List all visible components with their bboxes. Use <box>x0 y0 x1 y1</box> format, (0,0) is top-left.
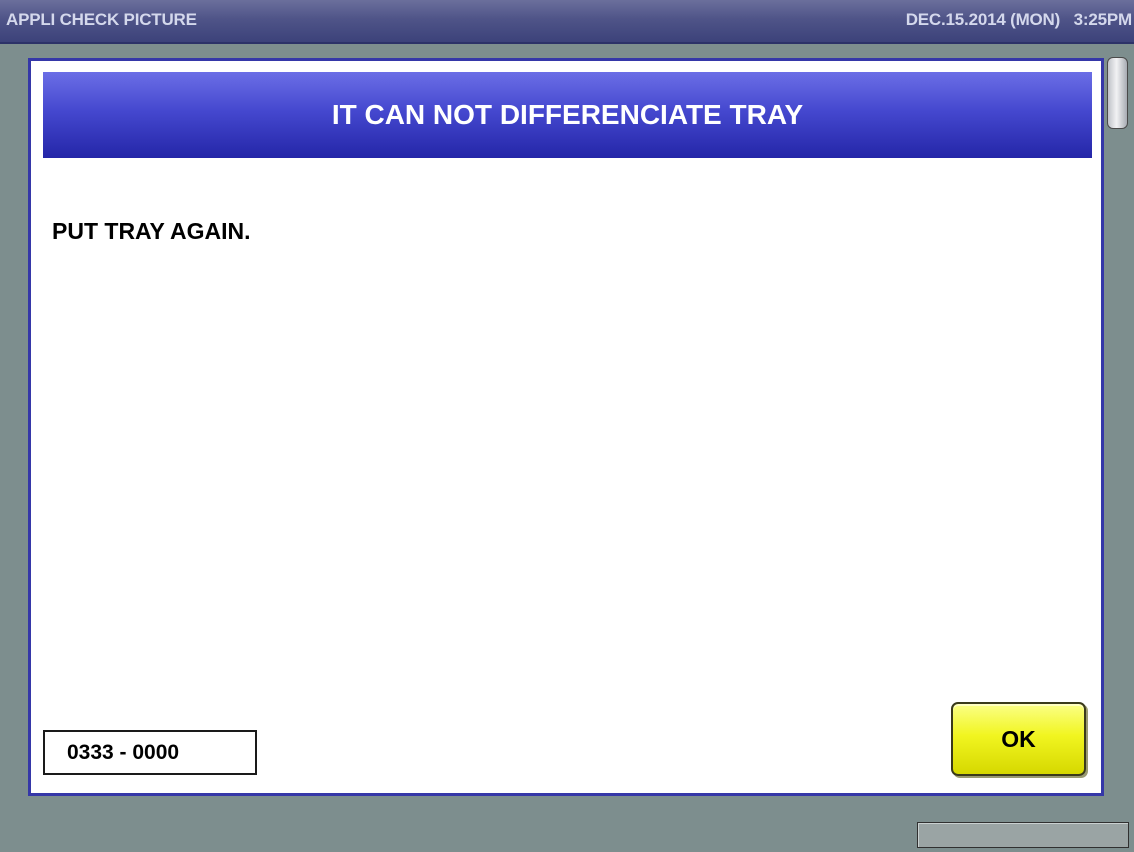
bottom-status-indicator <box>917 822 1129 848</box>
app-title: APPLI CHECK PICTURE <box>6 10 197 29</box>
dialog-title: IT CAN NOT DIFFERENCIATE TRAY <box>43 72 1092 158</box>
datetime-display: DEC.15.2014 (MON) 3:25PM <box>905 10 1132 29</box>
dialog-message: PUT TRAY AGAIN. <box>52 218 251 244</box>
ok-button[interactable]: OK <box>951 702 1086 776</box>
error-dialog: IT CAN NOT DIFFERENCIATE TRAY PUT TRAY A… <box>28 58 1104 796</box>
top-status-bar: APPLI CHECK PICTURE DEC.15.2014 (MON) 3:… <box>0 0 1134 44</box>
screen: APPLI CHECK PICTURE DEC.15.2014 (MON) 3:… <box>0 0 1134 852</box>
scroll-handle[interactable] <box>1107 57 1128 129</box>
error-code-box: 0333 - 0000 <box>43 730 257 775</box>
